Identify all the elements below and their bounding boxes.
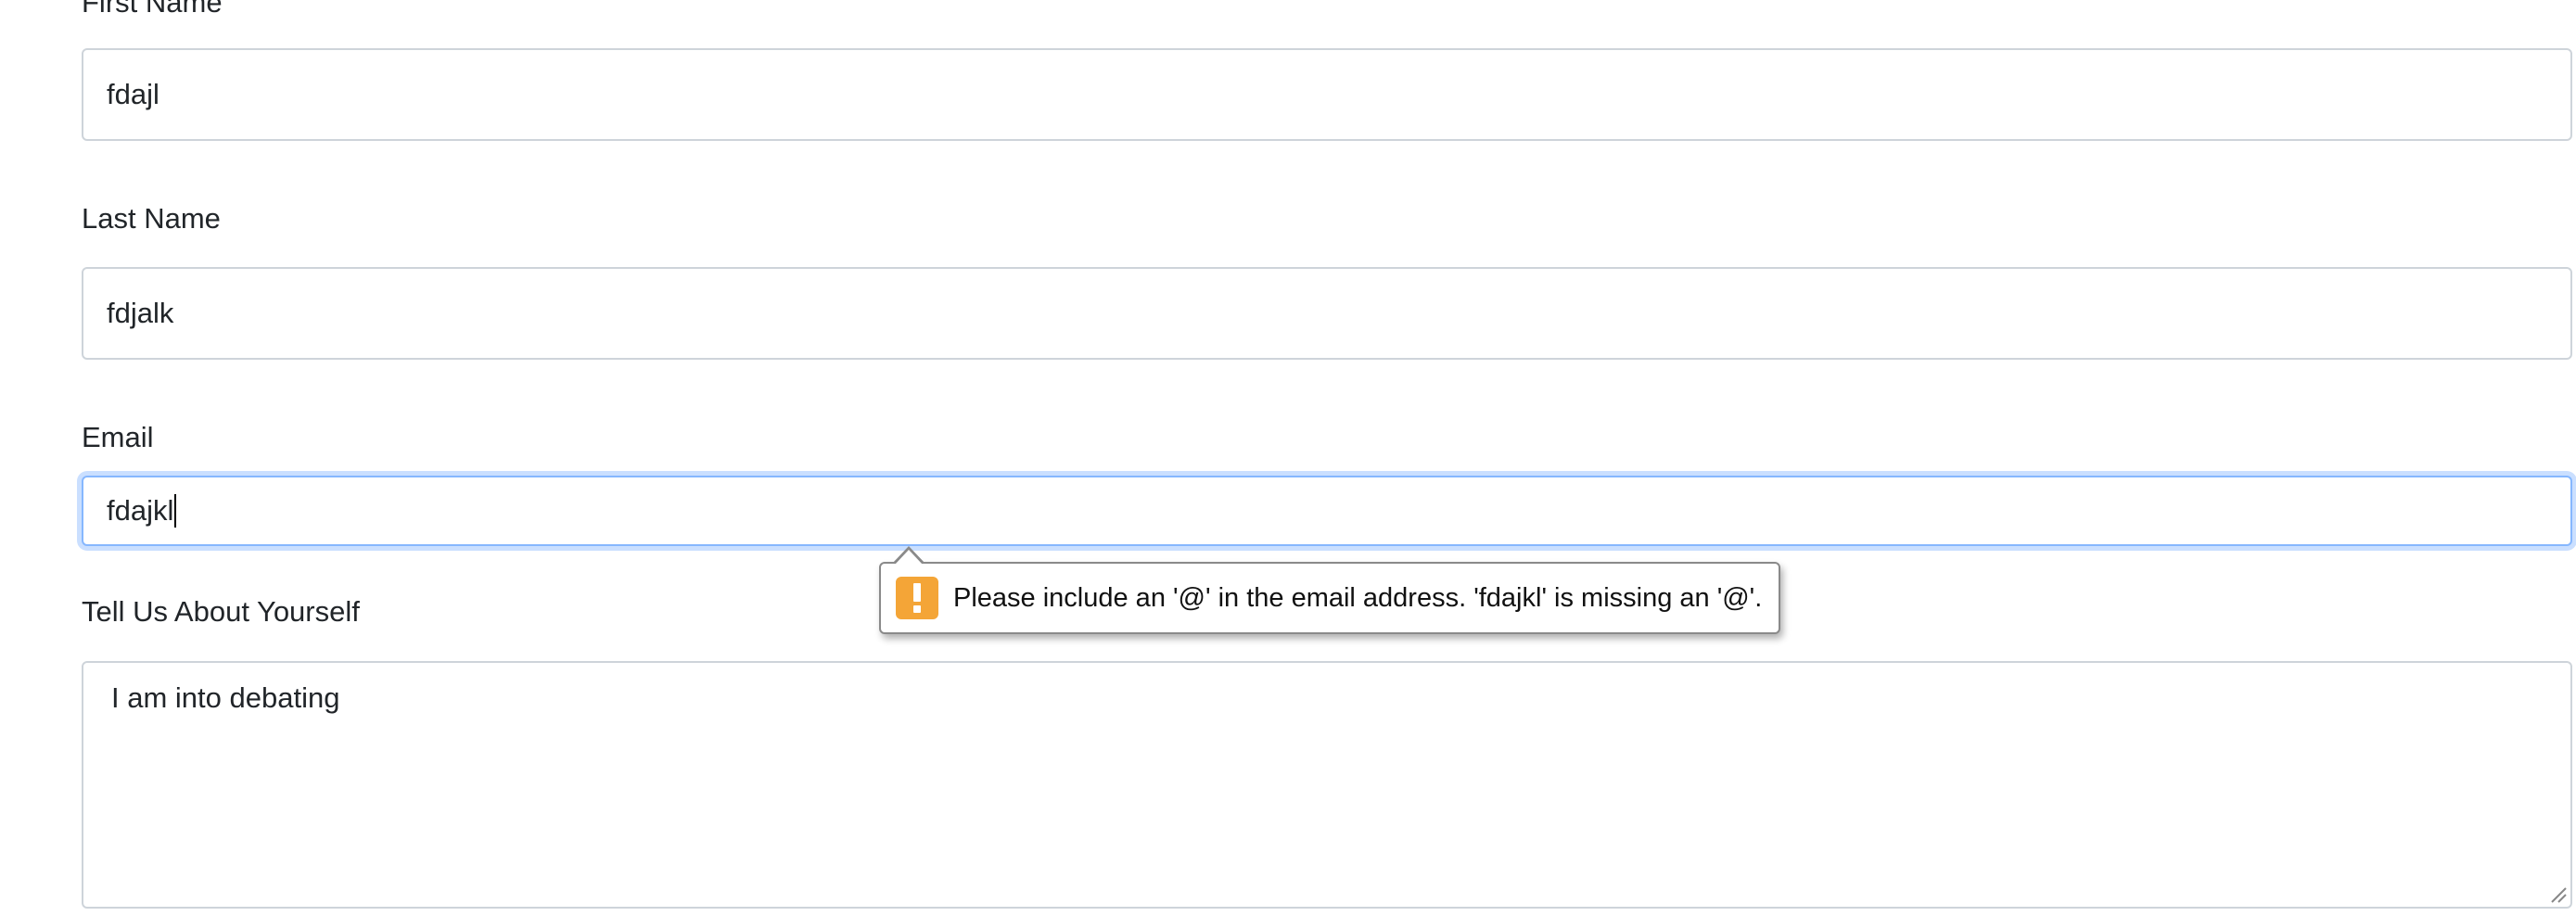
first-name-value: fdajl	[107, 78, 159, 110]
about-label: Tell Us About Yourself	[82, 595, 360, 628]
text-caret	[174, 494, 177, 528]
email-value: fdajkl	[107, 494, 174, 527]
last-name-label: Last Name	[82, 202, 221, 235]
about-value: I am into debating	[111, 681, 340, 714]
email-label: Email	[82, 421, 154, 453]
first-name-label: First Name	[82, 0, 223, 19]
last-name-value: fdjalk	[107, 297, 174, 329]
validation-tooltip: Please include an '@' in the email addre…	[879, 562, 1781, 634]
first-name-input[interactable]: fdajl	[82, 48, 2572, 141]
email-input[interactable]: fdajkl	[82, 476, 2572, 546]
resize-handle-icon[interactable]	[2550, 886, 2567, 903]
about-textarea[interactable]: I am into debating	[82, 661, 2572, 909]
last-name-input[interactable]: fdjalk	[82, 267, 2572, 360]
warning-icon	[896, 577, 938, 619]
validation-message: Please include an '@' in the email addre…	[953, 582, 1763, 613]
tooltip-arrow-fill	[895, 550, 923, 565]
